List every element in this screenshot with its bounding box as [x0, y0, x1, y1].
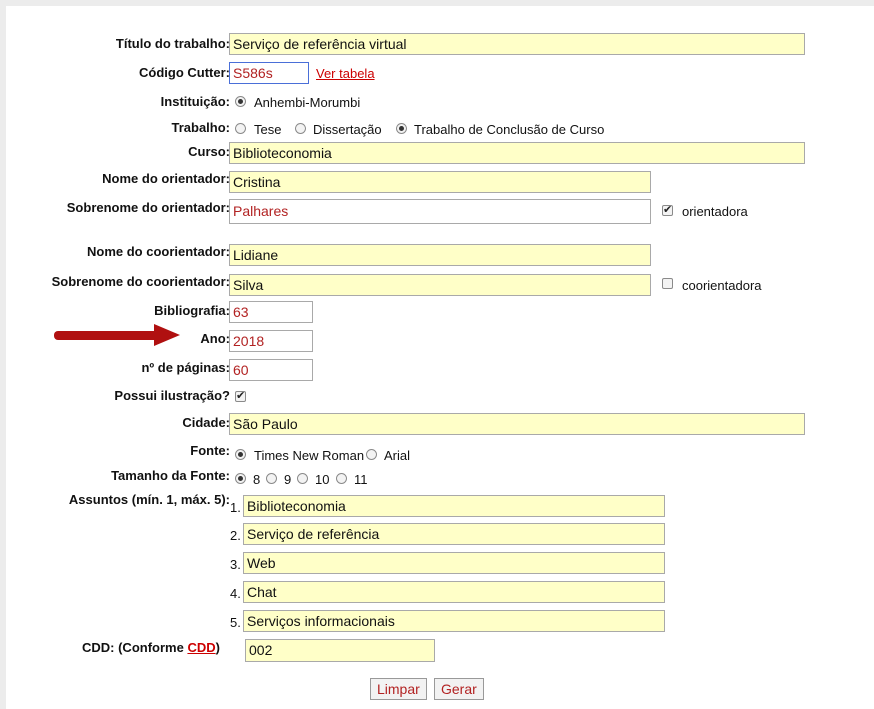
paginas-input[interactable]: 60: [229, 359, 313, 381]
option-times-new-roman-label: Times New Roman: [254, 448, 365, 463]
sobrenome-coorientador-input[interactable]: Silva: [229, 274, 651, 296]
limpar-button[interactable]: Limpar: [370, 678, 427, 700]
assunto-input-5[interactable]: Serviços informacionais: [243, 610, 665, 632]
ver-tabela-link[interactable]: Ver tabela: [316, 66, 375, 81]
radio-tese[interactable]: [235, 123, 246, 134]
option-tese-label: Tese: [254, 122, 282, 137]
radio-tcc[interactable]: [396, 123, 407, 134]
option-size-10-label: 10: [315, 472, 330, 487]
option-dissertacao-label: Dissertação: [313, 122, 382, 137]
bibliografia-label: Bibliografia:: [154, 303, 230, 318]
instituicao-option-label: Anhembi-Morumbi: [254, 95, 361, 110]
assunto-input-4[interactable]: Chat: [243, 581, 665, 603]
titulo-label: Título do trabalho:: [115, 36, 230, 51]
radio-arial[interactable]: [366, 449, 377, 460]
option-arial-label: Arial: [384, 448, 411, 463]
ilustracao-label: Possui ilustração?: [114, 388, 230, 403]
sobrenome-orientador-input[interactable]: Palhares: [229, 199, 651, 224]
assunto-number: 4.: [230, 586, 241, 601]
sobrenome-orientador-label: Sobrenome do orientador:: [66, 200, 230, 215]
nome-coorientador-label: Nome do coorientador:: [86, 244, 230, 259]
curso-label: Curso:: [188, 144, 230, 159]
cdd-input[interactable]: 002: [245, 639, 435, 662]
instituicao-radio[interactable]: [235, 96, 246, 107]
nome-coorientador-input[interactable]: Lidiane: [229, 244, 651, 266]
fonte-label: Fonte:: [190, 443, 230, 458]
gerar-button[interactable]: Gerar: [434, 678, 484, 700]
assunto-input-3[interactable]: Web: [243, 552, 665, 574]
cidade-input[interactable]: São Paulo: [229, 413, 805, 435]
assunto-input-2[interactable]: Serviço de referência: [243, 523, 665, 545]
ano-input[interactable]: 2018: [229, 330, 313, 352]
cdd-label-end: ): [215, 640, 220, 655]
assunto-number: 1.: [230, 500, 241, 515]
trabalho-label: Trabalho:: [171, 120, 230, 135]
assunto-number: 5.: [230, 615, 241, 630]
nome-orientador-input[interactable]: Cristina: [229, 171, 651, 193]
ilustracao-checkbox[interactable]: ✔: [235, 391, 246, 402]
option-size-11-label: 11: [354, 472, 368, 487]
cutter-label: Código Cutter:: [139, 65, 230, 80]
nome-orientador-label: Nome do orientador:: [102, 171, 230, 186]
assunto-input-1[interactable]: Biblioteconomia: [243, 495, 665, 517]
radio-size-10[interactable]: [297, 473, 308, 484]
option-tcc-label: Trabalho de Conclusão de Curso: [414, 122, 605, 137]
bibliografia-input[interactable]: 63: [229, 301, 313, 323]
ano-label: Ano:: [200, 331, 230, 346]
curso-input[interactable]: Biblioteconomia: [229, 142, 805, 164]
radio-size-11[interactable]: [336, 473, 347, 484]
assuntos-label: Assuntos (mín. 1, máx. 5):: [68, 492, 230, 507]
radio-dissertacao[interactable]: [295, 123, 306, 134]
titulo-input[interactable]: Serviço de referência virtual: [229, 33, 805, 55]
orientadora-label: orientadora: [682, 204, 748, 219]
cdd-label: CDD: (Conforme CDD): [82, 640, 220, 656]
radio-times-new-roman[interactable]: [235, 449, 246, 460]
assunto-number: 3.: [230, 557, 241, 572]
radio-size-9[interactable]: [266, 473, 277, 484]
coorientadora-label: coorientadora: [682, 278, 762, 293]
orientadora-checkbox[interactable]: ✔: [662, 205, 673, 216]
instituicao-label: Instituição:: [160, 94, 230, 109]
cdd-link[interactable]: CDD: [187, 640, 215, 655]
coorientadora-checkbox[interactable]: [662, 278, 673, 289]
red-arrow-right-icon: [54, 324, 180, 346]
form-page: Título do trabalho: Serviço de referênci…: [6, 6, 874, 709]
cutter-input[interactable]: S586s: [229, 62, 309, 84]
option-size-9-label: 9: [284, 472, 292, 487]
option-size-8-label: 8: [253, 472, 261, 487]
sobrenome-coorientador-label: Sobrenome do coorientador:: [51, 274, 230, 289]
cdd-label-text: CDD: (Conforme: [82, 640, 188, 655]
tamanho-label: Tamanho da Fonte:: [111, 468, 230, 483]
radio-size-8[interactable]: [235, 473, 246, 484]
assunto-number: 2.: [230, 528, 241, 543]
paginas-label: nº de páginas:: [141, 360, 230, 375]
cidade-label: Cidade:: [182, 415, 230, 430]
